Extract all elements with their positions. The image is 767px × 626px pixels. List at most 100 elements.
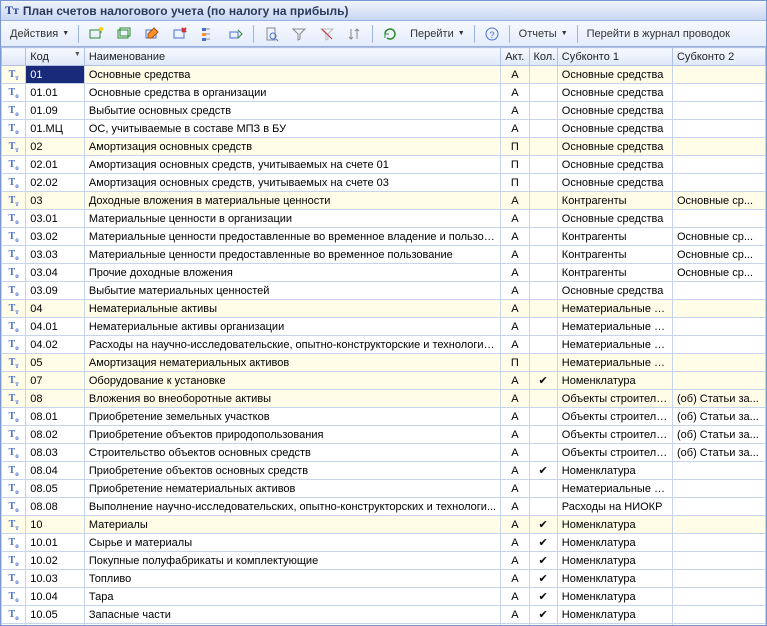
- table-row[interactable]: То01.МЦОС, учитываемые в составе МПЗ в Б…: [2, 120, 766, 138]
- code-cell[interactable]: 08.08: [26, 498, 85, 516]
- code-cell[interactable]: 10.03: [26, 570, 85, 588]
- header-kol[interactable]: Кол.: [529, 48, 557, 66]
- goto-menu[interactable]: Перейти ▼: [405, 23, 470, 45]
- name-cell[interactable]: Амортизация основных средств: [84, 138, 500, 156]
- table-row[interactable]: То08.01Приобретение земельных участковАО…: [2, 408, 766, 426]
- name-cell[interactable]: Прочие доходные вложения: [84, 264, 500, 282]
- name-cell[interactable]: Приобретение объектов природопользования: [84, 426, 500, 444]
- table-row[interactable]: Тт04Нематериальные активыАНематериальные…: [2, 300, 766, 318]
- name-cell[interactable]: Доходные вложения в материальные ценност…: [84, 192, 500, 210]
- table-row[interactable]: Тт08Вложения во внеоборотные активыАОбъе…: [2, 390, 766, 408]
- actions-menu[interactable]: Действия ▼: [5, 23, 74, 45]
- table-row[interactable]: То08.08Выполнение научно-исследовательск…: [2, 498, 766, 516]
- table-row[interactable]: Тт02Амортизация основных средствПОсновны…: [2, 138, 766, 156]
- table-row[interactable]: То03.09Выбытие материальных ценностейАОс…: [2, 282, 766, 300]
- add-button[interactable]: [83, 23, 109, 45]
- edit-button[interactable]: [139, 23, 165, 45]
- name-cell[interactable]: Вложения во внеоборотные активы: [84, 390, 500, 408]
- code-cell[interactable]: 02.02: [26, 174, 85, 192]
- code-cell[interactable]: 08: [26, 390, 85, 408]
- filter-off-button[interactable]: [314, 23, 340, 45]
- name-cell[interactable]: Топливо: [84, 570, 500, 588]
- name-cell[interactable]: Нематериальные активы: [84, 300, 500, 318]
- code-cell[interactable]: 03.09: [26, 282, 85, 300]
- name-cell[interactable]: Основные средства: [84, 66, 500, 84]
- table-row[interactable]: То04.01Нематериальные активы организации…: [2, 318, 766, 336]
- header-sub1[interactable]: Субконто 1: [557, 48, 672, 66]
- code-cell[interactable]: 03: [26, 192, 85, 210]
- table-row[interactable]: Тт03Доходные вложения в материальные цен…: [2, 192, 766, 210]
- name-cell[interactable]: Амортизация основных средств, учитываемы…: [84, 156, 500, 174]
- reports-menu[interactable]: Отчеты ▼: [514, 23, 573, 45]
- name-cell[interactable]: Материальные ценности предоставленные во…: [84, 246, 500, 264]
- table-row[interactable]: То01.09Выбытие основных средствАОсновные…: [2, 102, 766, 120]
- filter-button[interactable]: [286, 23, 312, 45]
- journal-button[interactable]: Перейти в журнал проводок: [582, 23, 735, 45]
- table-row[interactable]: То10.06Прочие материалыА✔Номенклатура: [2, 624, 766, 626]
- code-cell[interactable]: 01: [26, 66, 85, 84]
- table-row[interactable]: То02.02Амортизация основных средств, учи…: [2, 174, 766, 192]
- code-cell[interactable]: 03.01: [26, 210, 85, 228]
- code-cell[interactable]: 10.05: [26, 606, 85, 624]
- code-cell[interactable]: 10.01: [26, 534, 85, 552]
- hierarchy-button[interactable]: [195, 23, 221, 45]
- table-row[interactable]: Тт01Основные средстваАОсновные средства: [2, 66, 766, 84]
- name-cell[interactable]: Выполнение научно-исследовательских, опы…: [84, 498, 500, 516]
- delete-button[interactable]: [167, 23, 193, 45]
- name-cell[interactable]: Оборудование к установке: [84, 372, 500, 390]
- code-cell[interactable]: 01.01: [26, 84, 85, 102]
- code-cell[interactable]: 08.04: [26, 462, 85, 480]
- name-cell[interactable]: Запасные части: [84, 606, 500, 624]
- header-sub2[interactable]: Субконто 2: [672, 48, 765, 66]
- code-cell[interactable]: 04.02: [26, 336, 85, 354]
- code-cell[interactable]: 01.09: [26, 102, 85, 120]
- table-row[interactable]: То04.02Расходы на научно-исследовательск…: [2, 336, 766, 354]
- table-row[interactable]: То08.04Приобретение объектов основных ср…: [2, 462, 766, 480]
- name-cell[interactable]: Приобретение земельных участков: [84, 408, 500, 426]
- name-cell[interactable]: Амортизация нематериальных активов: [84, 354, 500, 372]
- code-cell[interactable]: 03.03: [26, 246, 85, 264]
- code-cell[interactable]: 04: [26, 300, 85, 318]
- table-row[interactable]: То10.02Покупные полуфабрикаты и комплект…: [2, 552, 766, 570]
- name-cell[interactable]: Выбытие материальных ценностей: [84, 282, 500, 300]
- name-cell[interactable]: Основные средства в организации: [84, 84, 500, 102]
- name-cell[interactable]: ОС, учитываемые в составе МПЗ в БУ: [84, 120, 500, 138]
- code-cell[interactable]: 01.МЦ: [26, 120, 85, 138]
- sort-button[interactable]: [342, 23, 368, 45]
- header-icon[interactable]: [2, 48, 26, 66]
- name-cell[interactable]: Прочие материалы: [84, 624, 500, 626]
- move-button[interactable]: [223, 23, 249, 45]
- code-cell[interactable]: 10.04: [26, 588, 85, 606]
- code-cell[interactable]: 08.02: [26, 426, 85, 444]
- name-cell[interactable]: Приобретение нематериальных активов: [84, 480, 500, 498]
- table-row[interactable]: То03.02Материальные ценности предоставле…: [2, 228, 766, 246]
- header-code[interactable]: Код▼: [26, 48, 85, 66]
- code-cell[interactable]: 02.01: [26, 156, 85, 174]
- name-cell[interactable]: Тара: [84, 588, 500, 606]
- name-cell[interactable]: Выбытие основных средств: [84, 102, 500, 120]
- table-row[interactable]: Тт07Оборудование к установкеА✔Номенклату…: [2, 372, 766, 390]
- code-cell[interactable]: 08.01: [26, 408, 85, 426]
- table-row[interactable]: То03.03Материальные ценности предоставле…: [2, 246, 766, 264]
- refresh-button[interactable]: [377, 23, 403, 45]
- add-copy-button[interactable]: [111, 23, 137, 45]
- table-row[interactable]: То01.01Основные средства в организацииАО…: [2, 84, 766, 102]
- name-cell[interactable]: Материальные ценности в организации: [84, 210, 500, 228]
- find-button[interactable]: [258, 23, 284, 45]
- code-cell[interactable]: 04.01: [26, 318, 85, 336]
- table-row[interactable]: То10.03ТопливоА✔Номенклатура: [2, 570, 766, 588]
- table-row[interactable]: Тт10МатериалыА✔Номенклатура: [2, 516, 766, 534]
- grid-scroll-area[interactable]: Код▼ Наименование Акт. Кол. Субконто 1 С…: [1, 47, 766, 625]
- table-row[interactable]: То08.02Приобретение объектов природополь…: [2, 426, 766, 444]
- name-cell[interactable]: Строительство объектов основных средств: [84, 444, 500, 462]
- code-cell[interactable]: 05: [26, 354, 85, 372]
- code-cell[interactable]: 03.02: [26, 228, 85, 246]
- code-cell[interactable]: 03.04: [26, 264, 85, 282]
- table-row[interactable]: То03.01Материальные ценности в организац…: [2, 210, 766, 228]
- name-cell[interactable]: Сырье и материалы: [84, 534, 500, 552]
- help-button[interactable]: ?: [479, 23, 505, 45]
- table-row[interactable]: То10.04ТараА✔Номенклатура: [2, 588, 766, 606]
- table-row[interactable]: То03.04Прочие доходные вложенияАКонтраге…: [2, 264, 766, 282]
- table-row[interactable]: То10.01Сырье и материалыА✔Номенклатура: [2, 534, 766, 552]
- name-cell[interactable]: Приобретение объектов основных средств: [84, 462, 500, 480]
